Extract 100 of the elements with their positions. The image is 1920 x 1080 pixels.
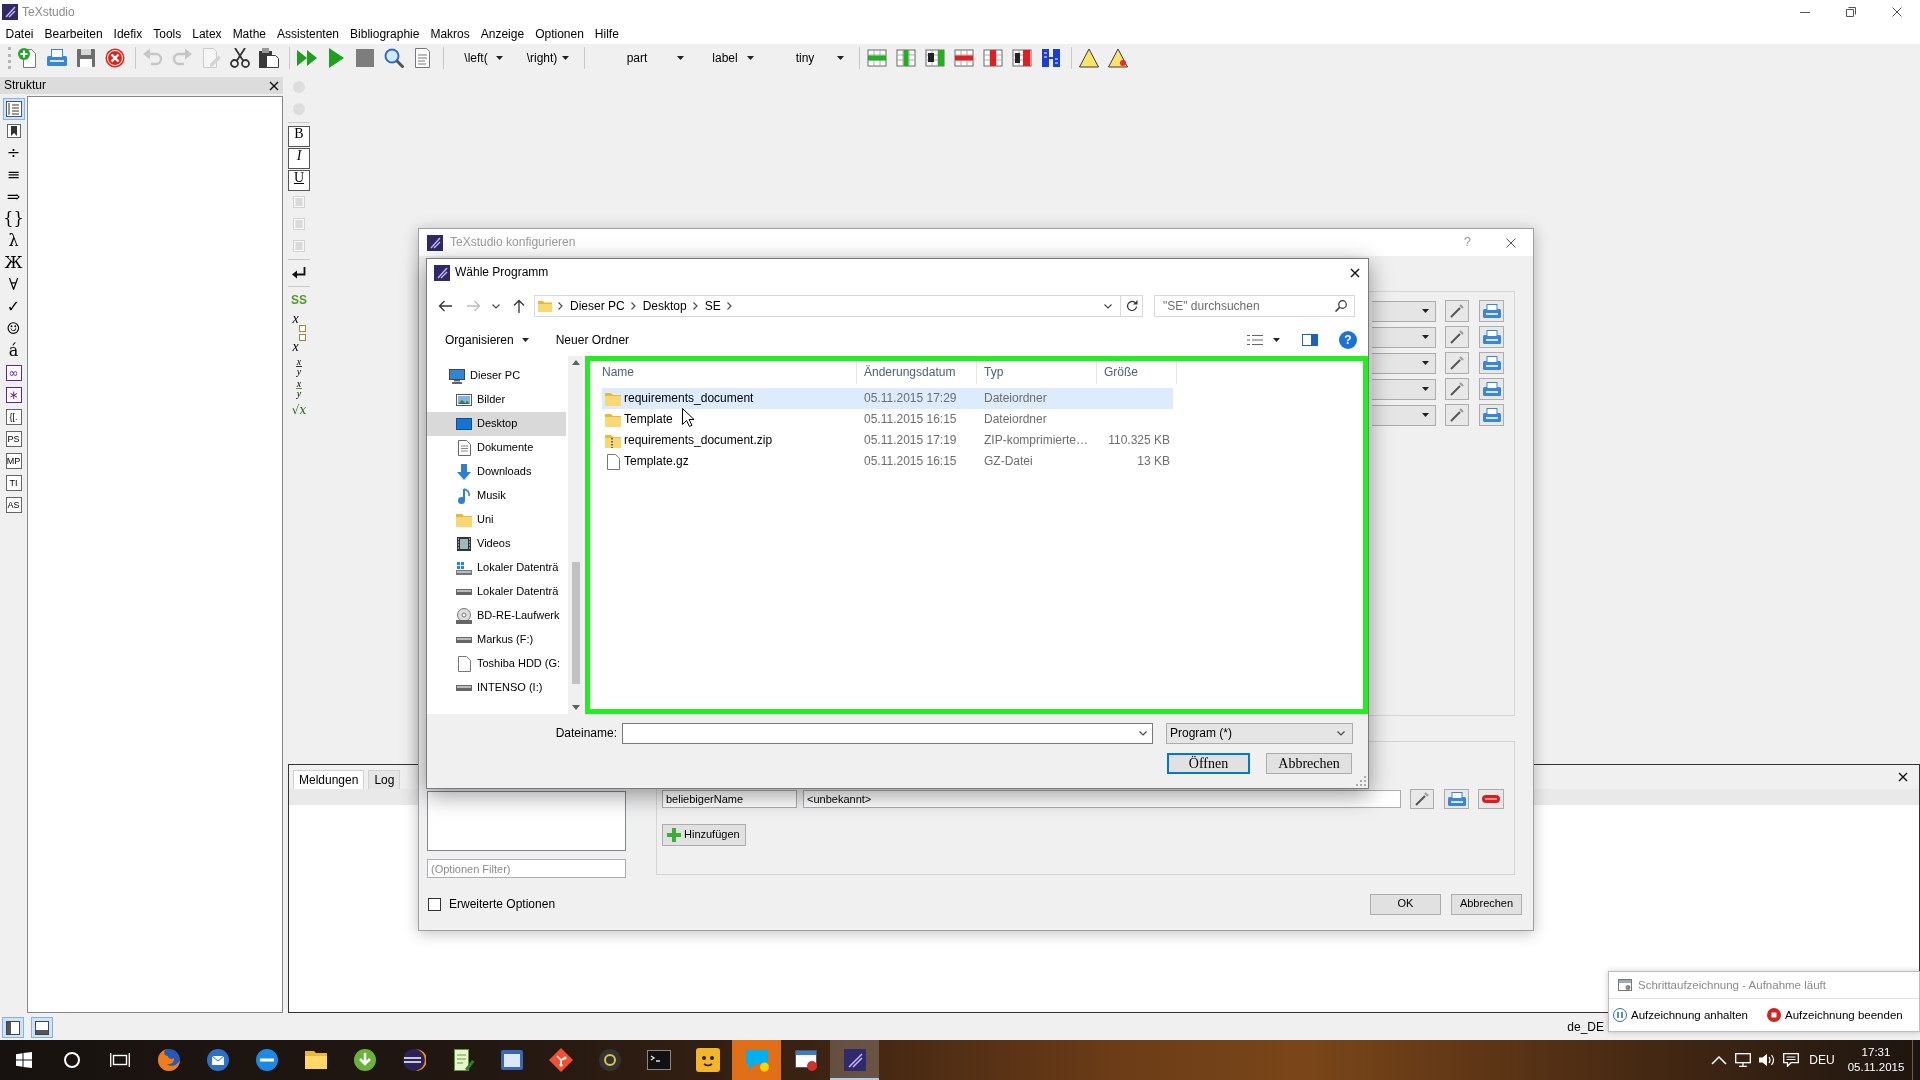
side-tab[interactable] (2, 98, 25, 120)
refresh-button[interactable] (1121, 295, 1143, 317)
task-view-icon[interactable] (110, 1052, 130, 1068)
new-document-icon[interactable] (17, 48, 38, 68)
remove-button[interactable] (1478, 789, 1504, 809)
tree-item[interactable]: Bilder (427, 388, 566, 412)
save-button[interactable] (1479, 404, 1504, 426)
table-column-icon[interactable] (924, 48, 945, 68)
menu-item[interactable]: Bibliographie (344, 25, 425, 43)
clock-date[interactable]: 05.11.2015 (1847, 1060, 1905, 1075)
toolbar-dropdown[interactable]: \left( (452, 47, 506, 69)
caret-icon[interactable] (1273, 338, 1280, 342)
symbol-tab[interactable]: TI (5, 475, 22, 491)
menu-item[interactable]: Anzeige (475, 25, 530, 43)
chevron-down-icon[interactable] (492, 303, 500, 309)
scissors-icon[interactable] (229, 48, 250, 68)
column-header[interactable]: Typ (977, 361, 1097, 384)
circle-icon[interactable] (64, 1052, 80, 1068)
toolbar-dropdown[interactable]: tiny (769, 47, 847, 69)
menu-item[interactable]: Optionen (529, 25, 590, 43)
cross-circle-icon[interactable] (104, 48, 125, 68)
monitor-icon[interactable] (1735, 1053, 1751, 1067)
clock-time[interactable]: 17:31 (1861, 1045, 1891, 1060)
symbol-tab[interactable]: ∗ (5, 387, 22, 403)
symbol-tab[interactable]: Ж (2, 252, 25, 274)
help-button[interactable]: ? (1339, 331, 1357, 349)
save-button[interactable] (1444, 789, 1469, 809)
close-icon[interactable] (1506, 237, 1516, 248)
toolbar-dropdown[interactable]: \right) (518, 47, 572, 69)
stop-icon[interactable] (354, 48, 375, 68)
printer-icon[interactable] (46, 48, 67, 68)
tree-item[interactable]: Dieser PC (427, 364, 566, 388)
up-arrow-icon[interactable] (513, 299, 525, 313)
tree-item[interactable]: Dokumente (427, 436, 566, 460)
file-row[interactable]: requirements_document 05.11.2015 17:29 Dateiordner (602, 388, 1173, 409)
restore-icon[interactable] (1846, 7, 1856, 17)
return-arrow-icon[interactable] (292, 267, 306, 279)
subscript-button[interactable]: x (292, 312, 306, 332)
search-field[interactable]: "SE" durchsuchen (1154, 295, 1355, 317)
menu-item[interactable]: Assistenten (271, 25, 345, 43)
symbol-tab[interactable]: ✓ (2, 296, 25, 318)
chevron-icon[interactable] (692, 302, 698, 310)
symbol-tab[interactable]: λ (2, 230, 25, 252)
dialog-button[interactable]: Abbrechen (1266, 753, 1352, 774)
double-play-icon[interactable] (296, 48, 317, 68)
superscript-button[interactable]: x (292, 334, 306, 354)
symbol-tab[interactable]: ∞ (5, 365, 22, 381)
symbol-tab[interactable]: {[. (5, 409, 22, 425)
taskbar-button[interactable] (830, 1040, 879, 1080)
tree-item[interactable]: Toshiba HDD (G: (427, 652, 566, 676)
filename-field[interactable] (622, 723, 1153, 744)
breadcrumb-item[interactable]: SE (704, 298, 721, 314)
menu-item[interactable]: Mathe (227, 25, 272, 43)
action-button[interactable]: Aufzeichnung beenden (1767, 1007, 1903, 1023)
tree-item[interactable]: Downloads (427, 460, 566, 484)
wand-button[interactable] (1445, 326, 1469, 348)
tree-item[interactable]: Videos (427, 532, 566, 556)
language-indicator[interactable]: DEU (1804, 1052, 1840, 1068)
wand-button[interactable] (1445, 300, 1469, 322)
toolbar-dropdown[interactable]: label (699, 47, 757, 69)
file-row[interactable]: Template 05.11.2015 16:15 Dateiordner (602, 409, 1173, 430)
tree-item[interactable]: INTENSO (I:) (427, 676, 566, 700)
symbol-tab[interactable]: MP (5, 453, 22, 469)
warning-icon[interactable] (1107, 48, 1128, 68)
add-button[interactable]: Hinzufügen (662, 824, 746, 846)
clipboard-icon[interactable] (258, 48, 279, 68)
scroll-up-icon[interactable] (571, 360, 580, 365)
columns-icon[interactable] (1040, 48, 1061, 68)
back-arrow-icon[interactable] (438, 300, 452, 312)
file-row[interactable]: requirements_document.zip 05.11.2015 17:19 ZIP-komprimierte… 110.325 KB (602, 430, 1173, 451)
chevron-up-icon[interactable] (1711, 1055, 1727, 1065)
filter-field[interactable]: (Optionen Filter) (427, 859, 626, 878)
speaker-icon[interactable] (1759, 1053, 1775, 1067)
chevron-icon[interactable] (726, 302, 732, 310)
action-button[interactable]: Aufzeichnung anhalten (1613, 1007, 1748, 1023)
menu-item[interactable]: Latex (186, 25, 228, 43)
panel-toggle[interactable] (31, 1017, 53, 1038)
tree-item[interactable]: Lokaler Datenträ (427, 580, 566, 604)
window-panes-icon[interactable] (16, 1052, 32, 1068)
preview-pane-icon[interactable] (1302, 334, 1318, 346)
toolbar-dropdown[interactable]: part (593, 47, 687, 69)
table-column-icon[interactable] (1011, 48, 1032, 68)
tree-item[interactable]: Uni (427, 508, 566, 532)
chevron-icon[interactable] (558, 302, 563, 310)
symbol-tab[interactable]: ∀ (2, 274, 25, 296)
column-header[interactable]: Änderungsdatum (857, 361, 977, 384)
breadcrumb-item[interactable]: Dieser PC (570, 298, 625, 314)
tab[interactable]: Meldungen (293, 770, 365, 789)
fraction-button[interactable]: x y (295, 378, 303, 398)
save-button[interactable] (1479, 378, 1504, 400)
symbol-tab[interactable]: ÷ (2, 142, 25, 164)
wand-button[interactable] (1410, 789, 1434, 809)
close-icon[interactable] (1892, 7, 1902, 17)
save-button[interactable] (1479, 352, 1504, 374)
command-button[interactable]: Neuer Ordner (547, 329, 638, 351)
tree-item[interactable]: Markus (F:) (427, 628, 566, 652)
square-root-button[interactable]: √x (291, 402, 307, 418)
wand-button[interactable] (1445, 378, 1469, 400)
bold-button[interactable]: B (288, 125, 310, 147)
table-row-icon[interactable] (866, 48, 887, 68)
